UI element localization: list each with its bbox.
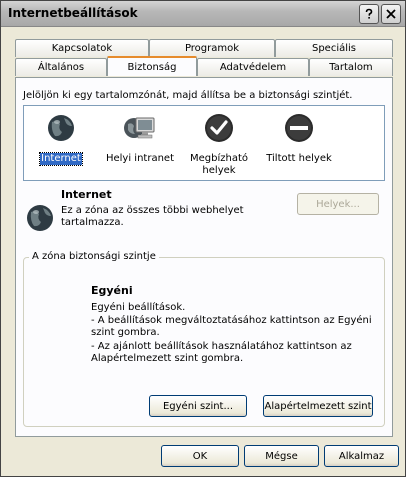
tab-tartalom[interactable]: Tartalom	[309, 58, 393, 76]
tab-adatvedelem[interactable]: Adatvédelem	[197, 58, 309, 76]
question-icon	[365, 8, 373, 19]
security-level-line-1: Egyéni beállítások.	[91, 302, 186, 313]
apply-button[interactable]: Alkalmaz	[324, 445, 399, 467]
checkmark-icon	[205, 114, 233, 142]
tab-altalanos[interactable]: Általános	[15, 58, 107, 76]
zone-title: Internet	[61, 188, 112, 201]
title-bar: Internetbeállítások	[1, 1, 405, 27]
tab-specialis[interactable]: Speciális	[275, 39, 393, 57]
zone-local-intranet[interactable]: Helyi intranet	[104, 112, 176, 165]
tab-biztonsag[interactable]: Biztonság	[107, 56, 197, 76]
custom-level-button[interactable]: Egyéni szint...	[149, 395, 247, 417]
default-level-button[interactable]: Alapértelmezett szint	[263, 395, 373, 417]
globe-icon	[27, 205, 53, 231]
zone-internet[interactable]: Internet	[39, 112, 83, 166]
tab-programok[interactable]: Programok	[149, 39, 275, 57]
zone-description: Ez a zóna az összes többi webhelyet tart…	[61, 205, 244, 228]
zone-internet-label: Internet	[39, 152, 83, 166]
zone-trusted-sites[interactable]: Megbízható helyek	[186, 112, 252, 177]
help-button[interactable]	[359, 4, 379, 24]
globe-icon	[48, 115, 74, 141]
security-level-group-label: A zóna biztonsági szintje	[29, 251, 159, 262]
zone-instruction: Jelöljön ki egy tartalomzónát, majd állí…	[23, 90, 353, 101]
zone-local-intranet-label: Helyi intranet	[105, 153, 174, 164]
cancel-button[interactable]: Mégse	[244, 445, 319, 467]
zone-restricted-sites[interactable]: Tiltott helyek	[262, 112, 336, 165]
zone-restricted-sites-label: Tiltott helyek	[266, 153, 332, 164]
internet-options-window: Internetbeállítások Kapcsolatok Programo…	[0, 0, 406, 477]
close-icon	[386, 9, 396, 19]
security-level-title: Egyéni	[91, 284, 133, 297]
security-level-line-3: - Az ajánlott beállítások használatához …	[91, 341, 352, 364]
tab-kapcsolatok[interactable]: Kapcsolatok	[15, 39, 149, 57]
security-level-line-2: - A beállítások megváltoztatásához katti…	[91, 315, 372, 338]
no-entry-icon	[285, 114, 313, 142]
sites-button[interactable]: Helyek...	[297, 193, 379, 215]
zone-list: Internet Helyi intranet Megbízható helye…	[23, 105, 385, 181]
window-title: Internetbeállítások	[8, 6, 138, 20]
computer-icon	[124, 117, 155, 139]
zone-trusted-sites-label: Megbízható helyek	[189, 153, 248, 176]
close-button[interactable]	[381, 4, 401, 24]
ok-button[interactable]: OK	[161, 445, 239, 467]
